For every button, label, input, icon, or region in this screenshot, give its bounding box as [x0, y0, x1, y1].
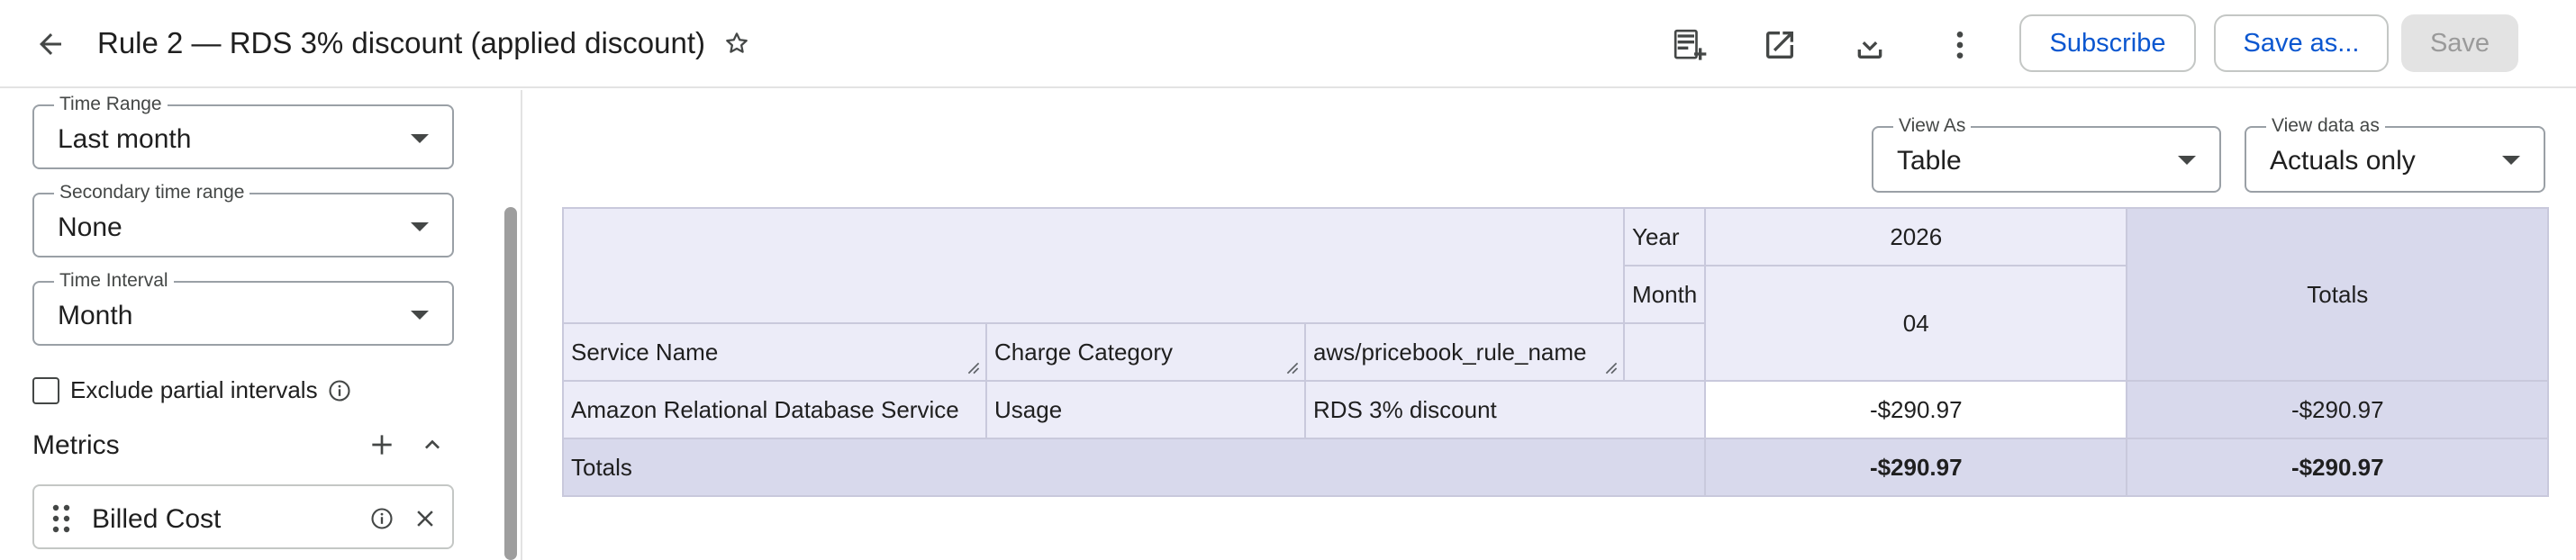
more-vert-icon[interactable] [1938, 23, 1982, 67]
time-range-value: Last month [58, 124, 192, 154]
value-cell: -$290.97 [1704, 380, 2128, 439]
add-note-icon[interactable] [1668, 23, 1711, 67]
view-data-as-value: Actuals only [2270, 146, 2416, 176]
sidebar: Time Range Last month Secondary time ran… [0, 90, 522, 560]
dropdown-caret-icon [411, 311, 429, 320]
totals-row-label: Totals [561, 438, 1707, 497]
back-arrow-icon[interactable] [31, 24, 70, 64]
metric-item: Billed Cost [32, 484, 454, 549]
subscribe-button[interactable]: Subscribe [2019, 14, 2196, 72]
pivot-table: Year 2026 Totals Month 04 Service Name C… [561, 207, 2550, 497]
column-header-label: Charge Category [994, 338, 1173, 366]
view-as-value: Table [1897, 146, 1962, 176]
view-data-as-label: View data as [2266, 115, 2385, 137]
time-interval-select[interactable]: Time Interval Month [32, 270, 454, 346]
column-header-charge-category[interactable]: Charge Category [985, 322, 1306, 382]
grand-total-cell: -$290.97 [2126, 438, 2550, 497]
exclude-partial-label: Exclude partial intervals [70, 376, 318, 403]
open-in-new-icon[interactable] [1758, 23, 1801, 67]
column-header-label: Service Name [571, 338, 719, 366]
close-icon[interactable] [409, 502, 441, 535]
view-data-as-select[interactable]: View data as Actuals only [2245, 115, 2545, 193]
time-range-label: Time Range [54, 94, 168, 115]
dropdown-caret-icon [411, 134, 429, 143]
save-as-button[interactable]: Save as... [2214, 14, 2389, 72]
download-icon[interactable] [1848, 23, 1891, 67]
year-value: 2026 [1704, 207, 2128, 266]
dropdown-caret-icon [2502, 156, 2520, 165]
metrics-heading: Metrics [32, 430, 120, 460]
dropdown-caret-icon [411, 222, 429, 231]
resize-handle-icon[interactable] [1605, 362, 1618, 375]
month-value: 04 [1704, 265, 2128, 382]
secondary-time-range-label: Secondary time range [54, 182, 250, 203]
time-interval-value: Month [58, 301, 133, 330]
star-icon[interactable] [721, 27, 753, 59]
header-spacer [1622, 322, 1707, 382]
column-header-rule-name[interactable]: aws/pricebook_rule_name [1304, 322, 1625, 382]
charge-category-cell: Usage [985, 380, 1306, 439]
time-range-select[interactable]: Time Range Last month [32, 94, 454, 169]
totals-value-cell: -$290.97 [1704, 438, 2128, 497]
exclude-partial-checkbox[interactable] [32, 376, 59, 404]
view-as-label: View As [1893, 115, 1972, 137]
table-row: Amazon Relational Database Service Usage… [562, 380, 2550, 439]
totals-header: Totals [2126, 207, 2550, 382]
chevron-up-icon[interactable] [413, 425, 452, 465]
main-content: View As Table View data as Actuals only … [524, 90, 2576, 560]
add-metric-icon[interactable] [362, 425, 402, 465]
save-button[interactable]: Save [2401, 14, 2518, 72]
rule-name-cell: RDS 3% discount [1303, 380, 1707, 439]
year-label: Year [1622, 207, 1707, 266]
dropdown-caret-icon [2178, 156, 2196, 165]
column-header-service-name[interactable]: Service Name [562, 322, 987, 382]
table-header-row: Year 2026 Totals [562, 207, 2550, 382]
metric-name: Billed Cost [92, 504, 222, 534]
month-label: Month [1622, 265, 1707, 324]
secondary-time-range-select[interactable]: Secondary time range None [32, 182, 454, 257]
table-corner [562, 207, 1625, 324]
top-bar: Rule 2 — RDS 3% discount (applied discou… [0, 0, 2576, 88]
column-header-label: aws/pricebook_rule_name [1313, 338, 1587, 366]
resize-handle-icon[interactable] [967, 362, 980, 375]
exclude-partial-row: Exclude partial intervals [32, 376, 352, 404]
resize-handle-icon[interactable] [1286, 362, 1299, 375]
drag-handle-icon[interactable] [43, 499, 79, 538]
page-title: Rule 2 — RDS 3% discount (applied discou… [97, 26, 706, 59]
row-total-cell: -$290.97 [2126, 380, 2550, 439]
time-interval-label: Time Interval [54, 270, 174, 292]
secondary-time-range-value: None [58, 212, 122, 242]
service-name-cell: Amazon Relational Database Service [562, 380, 987, 439]
sidebar-scrollbar[interactable] [504, 207, 517, 560]
info-icon[interactable] [327, 378, 352, 403]
view-as-select[interactable]: View As Table [1872, 115, 2221, 193]
info-icon[interactable] [367, 504, 396, 533]
totals-row: Totals -$290.97 -$290.97 [561, 438, 2550, 497]
